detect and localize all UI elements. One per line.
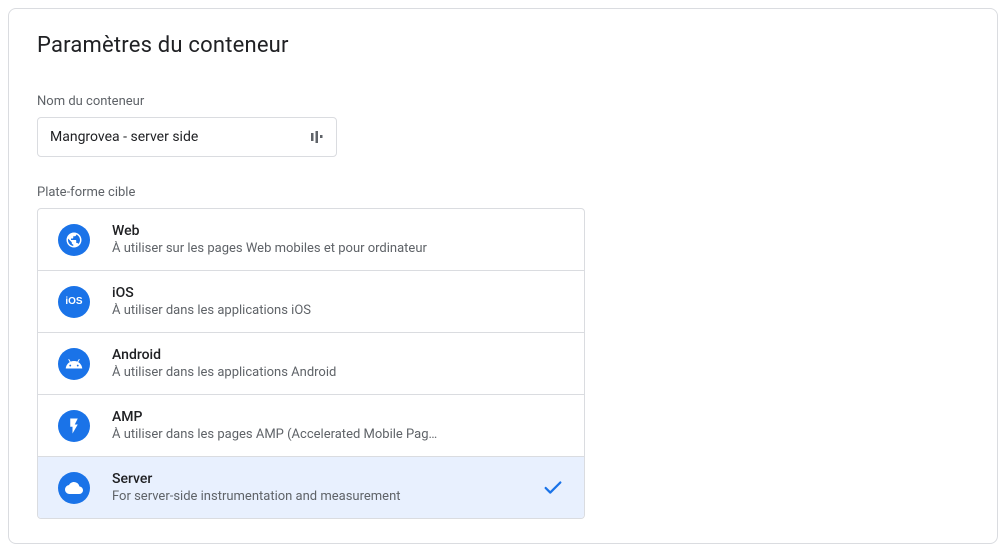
web-icon <box>58 224 90 256</box>
platform-option-server[interactable]: Server For server-side instrumentation a… <box>38 457 584 518</box>
platform-option-ios[interactable]: iOS iOS À utiliser dans les applications… <box>38 271 584 333</box>
platform-list: Web À utiliser sur les pages Web mobiles… <box>37 208 585 519</box>
cloud-icon <box>58 472 90 504</box>
platform-text: Web À utiliser sur les pages Web mobiles… <box>112 223 564 256</box>
platform-option-amp[interactable]: AMP À utiliser dans les pages AMP (Accel… <box>38 395 584 457</box>
android-icon <box>58 348 90 380</box>
platform-text: Server For server-side instrumentation a… <box>112 471 530 504</box>
platform-text: iOS À utiliser dans les applications iOS <box>112 285 564 318</box>
platform-description: À utiliser dans les applications iOS <box>112 303 564 318</box>
container-settings-card: Paramètres du conteneur Nom du conteneur… <box>8 8 998 544</box>
bar-chart-icon <box>309 129 325 145</box>
amp-icon <box>58 410 90 442</box>
platform-description: À utiliser dans les pages AMP (Accelerat… <box>112 427 564 442</box>
platform-name: Web <box>112 223 564 239</box>
container-name-input[interactable] <box>37 117 337 157</box>
platform-name: Server <box>112 471 530 487</box>
container-name-field-wrapper <box>37 117 337 157</box>
platform-description: For server-side instrumentation and meas… <box>112 489 530 504</box>
platform-label: Plate-forme cible <box>37 185 969 200</box>
platform-name: AMP <box>112 409 564 425</box>
page-title: Paramètres du conteneur <box>37 33 969 58</box>
platform-option-web[interactable]: Web À utiliser sur les pages Web mobiles… <box>38 209 584 271</box>
platform-text: AMP À utiliser dans les pages AMP (Accel… <box>112 409 564 442</box>
platform-description: À utiliser dans les applications Android <box>112 365 564 380</box>
platform-name: Android <box>112 347 564 363</box>
platform-option-android[interactable]: Android À utiliser dans les applications… <box>38 333 584 395</box>
ios-icon: iOS <box>58 286 90 318</box>
container-name-label: Nom du conteneur <box>37 94 969 109</box>
platform-description: À utiliser sur les pages Web mobiles et … <box>112 241 564 256</box>
platform-name: iOS <box>112 285 564 301</box>
check-icon <box>542 477 564 499</box>
platform-text: Android À utiliser dans les applications… <box>112 347 564 380</box>
